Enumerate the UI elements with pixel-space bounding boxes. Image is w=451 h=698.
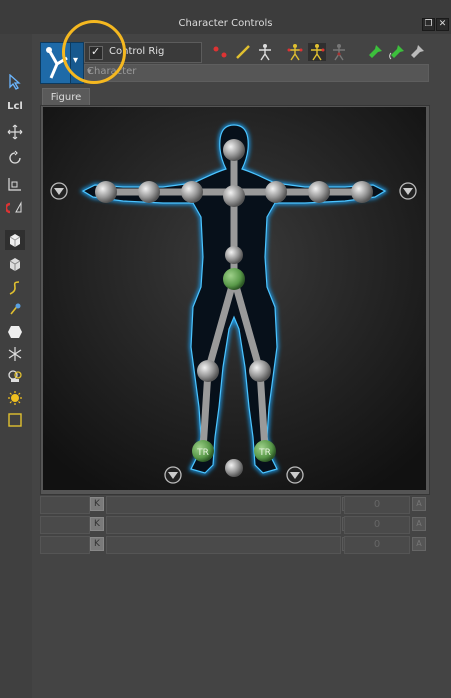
left-hand-joint[interactable] bbox=[95, 181, 117, 203]
left-elbow-joint[interactable] bbox=[138, 181, 160, 203]
left-shoulder-joint[interactable] bbox=[181, 181, 203, 203]
character-select[interactable]: Character ▾ bbox=[84, 64, 429, 82]
expand-right-hand-icon[interactable] bbox=[399, 182, 417, 200]
animate-button[interactable]: A bbox=[412, 537, 426, 551]
effector-dots-icon[interactable] bbox=[212, 43, 230, 61]
animate-button[interactable]: A bbox=[412, 497, 426, 511]
right-elbow-joint[interactable] bbox=[308, 181, 330, 203]
spine-joint[interactable] bbox=[225, 246, 243, 264]
right-shoulder-joint[interactable] bbox=[265, 181, 287, 203]
move-icon[interactable] bbox=[5, 122, 25, 142]
key-button[interactable]: K bbox=[90, 497, 104, 511]
key-button[interactable]: K bbox=[90, 517, 104, 531]
title-bar: Character Controls ❐ ✕ bbox=[0, 0, 451, 34]
key-button[interactable]: K bbox=[90, 537, 104, 551]
right-knee-joint[interactable] bbox=[249, 360, 271, 382]
local-icon[interactable]: Lcl bbox=[5, 96, 25, 116]
row-slider[interactable] bbox=[106, 496, 341, 514]
expand-right-foot-icon[interactable] bbox=[286, 466, 304, 484]
pen-icon[interactable] bbox=[5, 300, 25, 320]
pin-body-icon[interactable] bbox=[330, 43, 348, 61]
property-row: K 0 A bbox=[40, 496, 428, 514]
select-arrow-icon[interactable] bbox=[5, 72, 25, 92]
row-name-cell bbox=[40, 516, 90, 534]
row-name-cell bbox=[40, 496, 90, 514]
body-part-ik-icon[interactable] bbox=[308, 43, 326, 61]
rotate-icon[interactable] bbox=[5, 148, 25, 168]
right-hand-joint[interactable] bbox=[351, 181, 373, 203]
hexagon-icon[interactable] bbox=[5, 322, 25, 342]
camera-icon[interactable] bbox=[5, 366, 25, 386]
row-value-field[interactable]: 0 bbox=[344, 516, 410, 534]
animate-button[interactable]: A bbox=[412, 517, 426, 531]
right-foot-ik-label: TR bbox=[258, 448, 271, 458]
reference-joint[interactable] bbox=[225, 459, 243, 477]
head-joint[interactable] bbox=[223, 139, 245, 161]
close-button[interactable]: ✕ bbox=[436, 18, 449, 31]
row-value-field[interactable]: 0 bbox=[344, 496, 410, 514]
bone-icon[interactable] bbox=[234, 43, 252, 61]
highlight-circle-annotation bbox=[62, 20, 126, 84]
left-toolbar: Lcl bbox=[0, 34, 32, 698]
chest-joint[interactable] bbox=[223, 185, 245, 207]
scale-icon[interactable] bbox=[5, 174, 25, 194]
left-foot-ik-label: TR bbox=[196, 448, 209, 458]
tab-figure[interactable]: Figure bbox=[42, 88, 90, 106]
expand-left-hand-icon[interactable] bbox=[50, 182, 68, 200]
chevron-down-icon: ▾ bbox=[87, 67, 92, 77]
pin-icon[interactable] bbox=[408, 43, 426, 61]
row-value-field[interactable]: 0 bbox=[344, 536, 410, 554]
restore-button[interactable]: ❐ bbox=[422, 18, 435, 31]
magnet-icon[interactable] bbox=[5, 198, 25, 218]
property-row: K 0 A bbox=[40, 536, 428, 554]
row-slider[interactable] bbox=[106, 516, 341, 534]
skeleton-icon[interactable] bbox=[256, 43, 274, 61]
curve-icon[interactable] bbox=[5, 278, 25, 298]
row-name-cell bbox=[40, 536, 90, 554]
bounding-box-icon[interactable] bbox=[5, 410, 25, 430]
cube-icon[interactable] bbox=[5, 254, 25, 274]
pin-rotation-icon[interactable] bbox=[388, 43, 406, 61]
view-cube-icon[interactable] bbox=[5, 230, 25, 250]
property-row: K 0 A bbox=[40, 516, 428, 534]
local-label: Lcl bbox=[7, 100, 23, 112]
hips-effector[interactable] bbox=[223, 268, 245, 290]
character-figure-view: TR TR bbox=[43, 107, 426, 490]
joint-icon[interactable] bbox=[5, 344, 25, 364]
window-title: Character Controls bbox=[178, 18, 273, 29]
full-body-ik-icon[interactable] bbox=[286, 43, 304, 61]
light-icon[interactable] bbox=[5, 388, 25, 408]
left-knee-joint[interactable] bbox=[197, 360, 219, 382]
pin-translation-icon[interactable] bbox=[366, 43, 384, 61]
expand-left-foot-icon[interactable] bbox=[164, 466, 182, 484]
row-slider[interactable] bbox=[106, 536, 341, 554]
